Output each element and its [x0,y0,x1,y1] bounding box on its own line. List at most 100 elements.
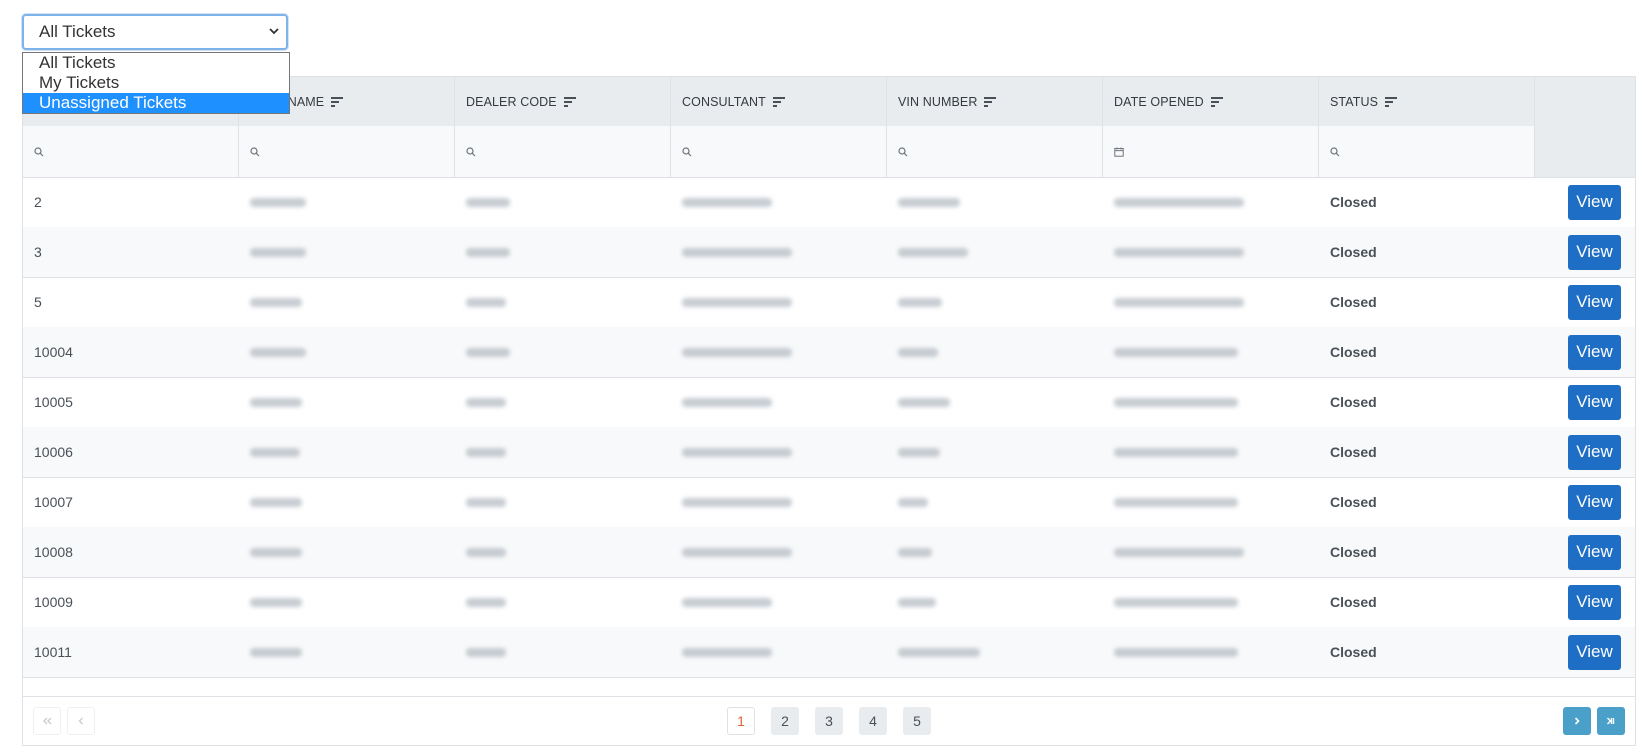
view-button[interactable]: View [1568,284,1621,320]
action-cell: View [1535,327,1635,377]
redacted-value [250,247,306,257]
option-my-tickets[interactable]: My Tickets [23,73,289,93]
dealer-code-filter-input[interactable] [455,126,671,177]
ticket-id: 3 [34,244,42,260]
table-row[interactable]: 3 Closed View [23,227,1635,278]
table-row[interactable]: 10004 Closed View [23,327,1635,378]
prev-page-button[interactable] [67,707,95,735]
redacted-value [1114,297,1244,307]
column-header-label: VIN NUMBER [898,94,978,109]
view-button[interactable]: View [1568,534,1621,570]
view-button[interactable]: View [1568,584,1621,620]
column-header-consultant[interactable]: CONSULTANT [671,77,887,126]
double-chevron-left-icon [43,717,52,725]
page-button-3[interactable]: 3 [815,707,843,735]
option-all-tickets[interactable]: All Tickets [23,53,289,73]
option-unassigned-tickets[interactable]: Unassigned Tickets [23,93,289,113]
redacted-value [1114,447,1238,457]
vin-filter-input[interactable] [887,126,1103,177]
table-row[interactable]: 10007 Closed View [23,477,1635,528]
redacted-value [466,347,510,357]
redacted-value [466,647,506,657]
redacted-value [1114,547,1244,557]
last-page-button[interactable] [1597,707,1625,735]
status-text: Closed [1330,294,1377,310]
action-cell: View [1535,277,1635,327]
status-cell: Closed [1319,477,1535,527]
redacted-value [898,247,968,257]
vin-number-cell [887,227,1103,277]
redacted-value [250,297,302,307]
column-header-status[interactable]: STATUS [1319,77,1535,126]
ticket-id-cell: 10009 [23,577,239,627]
ticket-id-cell: 10007 [23,477,239,527]
next-page-button[interactable] [1563,707,1591,735]
sort-icon [563,97,576,107]
date-opened-cell [1103,177,1319,227]
redacted-value [1114,247,1244,257]
action-cell: View [1535,177,1635,227]
status-filter-input[interactable] [1319,126,1535,177]
status-text: Closed [1330,544,1377,560]
consultant-cell [671,627,887,677]
view-button[interactable]: View [1568,484,1621,520]
sort-icon [984,97,997,107]
ticket-id-cell: 3 [23,227,239,277]
view-button[interactable]: View [1568,184,1621,220]
consultant-cell [671,227,887,277]
dealer-code-cell [455,527,671,577]
vin-number-cell [887,177,1103,227]
redacted-value [1114,397,1238,407]
sort-icon [331,97,344,107]
ticket-id: 10008 [34,544,73,560]
table-row[interactable]: 10005 Closed View [23,377,1635,428]
chevron-left-icon [78,717,83,725]
table-row[interactable]: 10009 Closed View [23,577,1635,628]
redacted-value [250,347,306,357]
page-button-4[interactable]: 4 [859,707,887,735]
vin-number-cell [887,527,1103,577]
ticket-filter-input[interactable] [23,126,239,177]
dealer-code-cell [455,477,671,527]
column-header-dealer-code[interactable]: DEALER CODE [455,77,671,126]
redacted-value [250,597,302,607]
page-button-2[interactable]: 2 [771,707,799,735]
ticket-id-cell: 10004 [23,327,239,377]
page-button-5[interactable]: 5 [903,707,931,735]
column-header-vin-number[interactable]: VIN NUMBER [887,77,1103,126]
view-button[interactable]: View [1568,334,1621,370]
table-row[interactable]: 10006 Closed View [23,427,1635,478]
table-row[interactable]: 5 Closed View [23,277,1635,328]
view-button[interactable]: View [1568,234,1621,270]
table-row[interactable]: 10008 Closed View [23,527,1635,578]
page-button-1[interactable]: 1 [727,707,755,735]
action-cell: View [1535,577,1635,627]
redacted-value [682,647,772,657]
ticket-filter-selected: All Tickets [39,22,116,41]
dealer-name-cell [239,477,455,527]
ticket-filter-select[interactable]: All Tickets [22,14,288,50]
view-button[interactable]: View [1568,384,1621,420]
redacted-value [682,447,792,457]
dealer-name-filter-input[interactable] [239,126,455,177]
vin-number-cell [887,327,1103,377]
ticket-filter-dropdown: All Tickets My Tickets Unassigned Ticket… [22,52,290,114]
view-button[interactable]: View [1568,434,1621,470]
column-header-date-opened[interactable]: DATE OPENED [1103,77,1319,126]
consultant-cell [671,277,887,327]
table-row[interactable]: 10011 Closed View [23,627,1635,678]
first-page-button[interactable] [33,707,61,735]
consultant-cell [671,527,887,577]
date-opened-cell [1103,427,1319,477]
search-icon [34,146,44,156]
consultant-filter-input[interactable] [671,126,887,177]
dealer-code-cell [455,177,671,227]
view-button[interactable]: View [1568,634,1621,670]
status-text: Closed [1330,444,1377,460]
action-cell: View [1535,377,1635,427]
status-cell: Closed [1319,227,1535,277]
date-opened-filter-input[interactable] [1103,126,1319,177]
status-cell: Closed [1319,627,1535,677]
consultant-cell [671,577,887,627]
table-row[interactable]: 2 Closed View [23,177,1635,228]
